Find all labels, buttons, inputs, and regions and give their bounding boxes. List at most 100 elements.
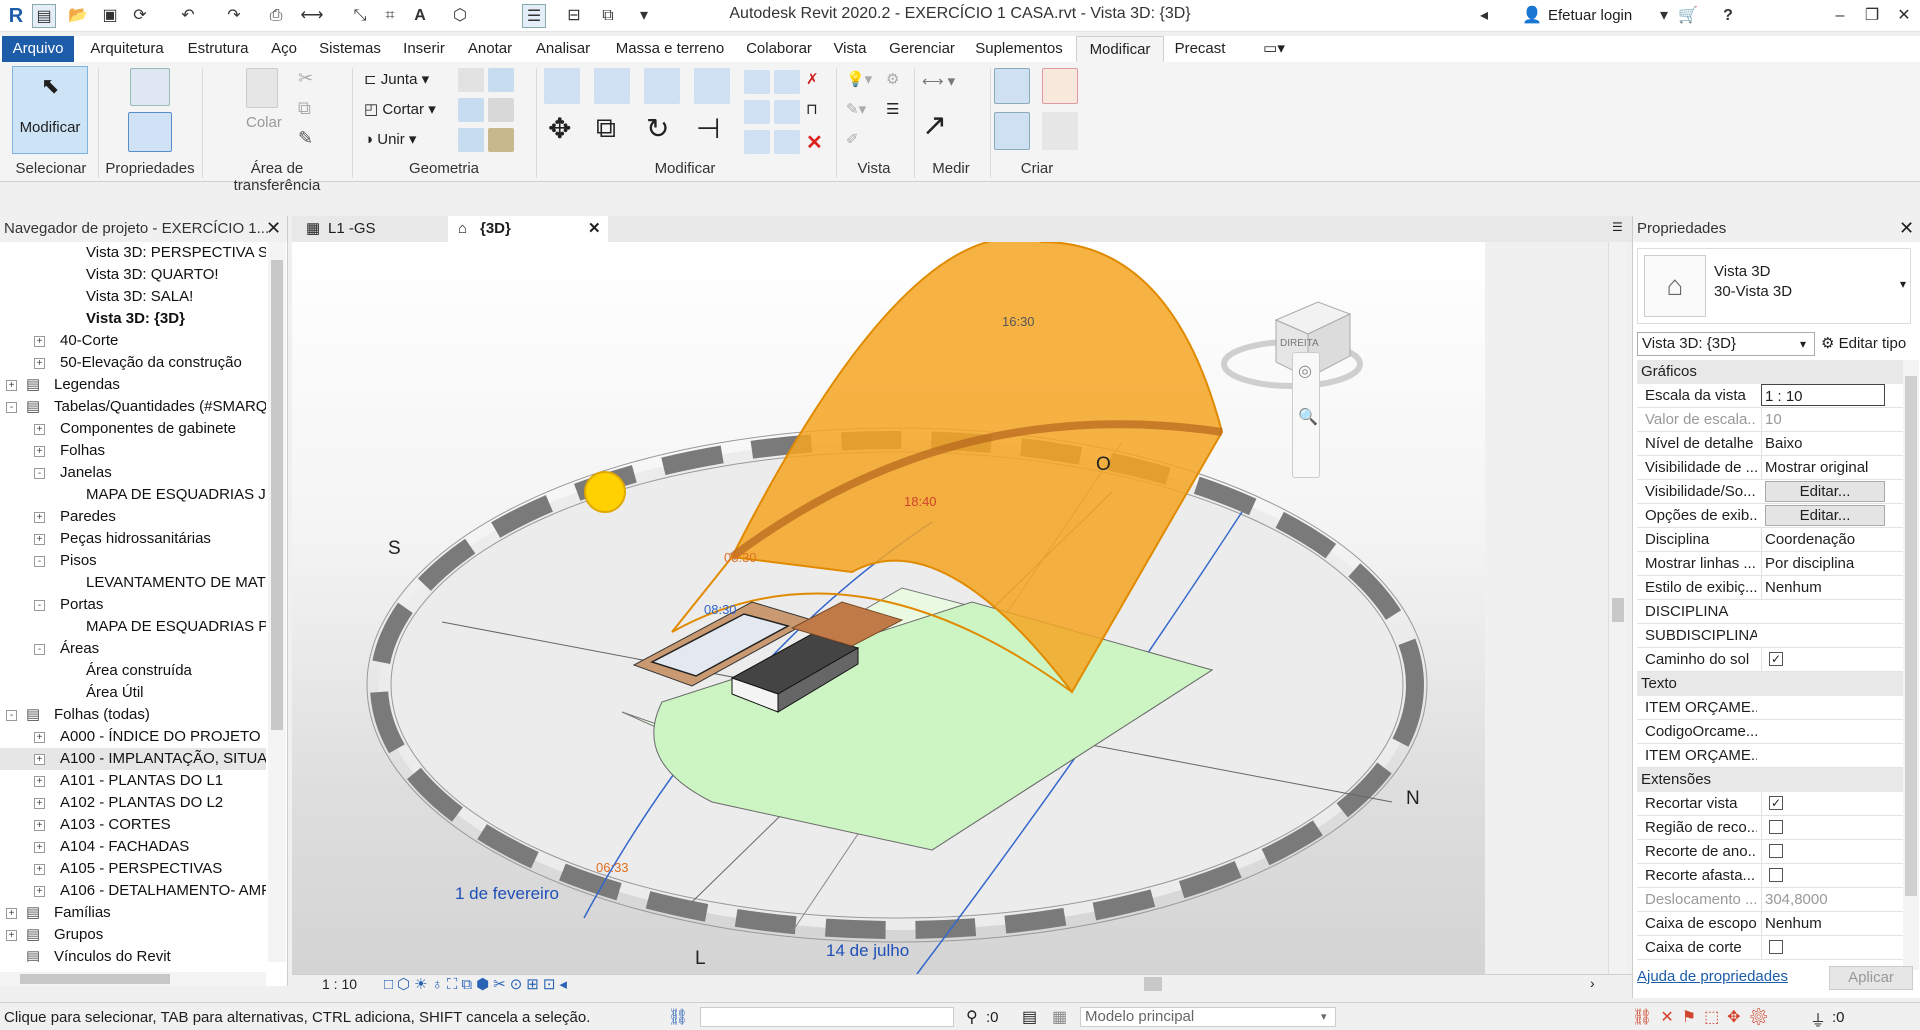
tree-item[interactable]: + A100 - IMPLANTAÇÃO, SITUAÇ bbox=[0, 748, 266, 770]
join-button[interactable]: ⊏ Junta ▾ bbox=[364, 70, 429, 88]
property-row[interactable]: Escala da vista 1 : 10 bbox=[1637, 384, 1905, 408]
split-icon[interactable] bbox=[744, 70, 770, 94]
design-options-icon[interactable]: ▤ bbox=[1022, 1007, 1037, 1027]
property-checkbox[interactable] bbox=[1769, 820, 1783, 835]
property-category[interactable]: Texto bbox=[1637, 672, 1905, 696]
tab-massa-terreno[interactable]: Massa e terreno bbox=[608, 36, 732, 62]
collapse-icon[interactable]: - bbox=[34, 644, 45, 655]
tree-item[interactable]: - Áreas bbox=[0, 638, 266, 660]
tree-item[interactable]: + ▤ Grupos bbox=[0, 924, 266, 946]
unite-button[interactable]: ◑ Unir ▾ bbox=[364, 130, 416, 148]
tree-item[interactable]: ▤ Vínculos do Revit bbox=[0, 946, 266, 962]
mirror-axis-icon[interactable] bbox=[644, 68, 680, 104]
zoom-icon[interactable]: 🔍 bbox=[1298, 407, 1318, 427]
offset-icon[interactable] bbox=[594, 68, 630, 104]
wall-joins-icon[interactable] bbox=[458, 68, 484, 92]
tree-item[interactable]: + A101 - PLANTAS DO L1 bbox=[0, 770, 266, 792]
open-icon[interactable]: 📂 bbox=[66, 4, 90, 28]
property-value[interactable]: Coordenação bbox=[1761, 528, 1885, 551]
expand-icon[interactable]: + bbox=[6, 380, 17, 391]
expand-icon[interactable]: + bbox=[34, 820, 45, 831]
collapse-icon[interactable]: - bbox=[34, 556, 45, 567]
dimension-tool-icon[interactable]: ↗ bbox=[922, 108, 947, 143]
steering-wheel-icon[interactable]: ◎ bbox=[1298, 361, 1312, 381]
tree-item[interactable]: + A102 - PLANTAS DO L2 bbox=[0, 792, 266, 814]
text-icon[interactable]: A bbox=[408, 4, 432, 28]
minimize-icon[interactable]: – bbox=[1828, 4, 1852, 28]
create-group-icon[interactable] bbox=[994, 112, 1030, 150]
expand-icon[interactable]: + bbox=[34, 864, 45, 875]
tabs-menu-icon[interactable]: ☰ bbox=[1612, 220, 1623, 234]
view-graphics-icon[interactable]: ⚙ bbox=[886, 70, 899, 88]
extend-icon[interactable] bbox=[774, 130, 800, 154]
switch-windows-icon[interactable]: ⧉ bbox=[596, 4, 620, 28]
property-value[interactable]: 304,8000 bbox=[1761, 888, 1885, 911]
undo-icon[interactable]: ↶ bbox=[176, 4, 200, 28]
tab-analisar[interactable]: Analisar bbox=[528, 36, 598, 62]
expand-icon[interactable]: + bbox=[34, 424, 45, 435]
property-row[interactable]: DISCIPLINA bbox=[1637, 600, 1905, 624]
home-icon[interactable]: ▤ bbox=[32, 4, 56, 28]
collapse-icon[interactable]: - bbox=[6, 710, 17, 721]
tab-arquitetura[interactable]: Arquitetura bbox=[84, 36, 170, 62]
tab-anotar[interactable]: Anotar bbox=[462, 36, 518, 62]
expand-icon[interactable]: + bbox=[34, 446, 45, 457]
instance-selector[interactable]: Vista 3D: {3D} ▾ bbox=[1637, 332, 1815, 356]
tab-view-l1[interactable]: ▦ L1 -GS bbox=[296, 216, 446, 242]
property-row[interactable]: CodigoOrcame... bbox=[1637, 720, 1905, 744]
property-row[interactable]: Mostrar linhas ... Por disciplina bbox=[1637, 552, 1905, 576]
paint-icon[interactable] bbox=[488, 98, 514, 122]
property-value[interactable]: Mostrar original bbox=[1761, 456, 1885, 479]
scale-icon[interactable] bbox=[774, 100, 800, 124]
viewport-vscroll[interactable] bbox=[1608, 242, 1626, 974]
tree-item[interactable]: - Janelas bbox=[0, 462, 266, 484]
property-checkbox[interactable]: ✓ bbox=[1769, 652, 1783, 667]
property-category[interactable]: Extensões bbox=[1637, 768, 1905, 792]
tab-precast[interactable]: Precast bbox=[1172, 36, 1228, 62]
align-icon[interactable] bbox=[544, 68, 580, 104]
property-row[interactable]: Caminho do sol ✓ bbox=[1637, 648, 1905, 672]
tree-item[interactable]: + Peças hidrossanitárias bbox=[0, 528, 266, 550]
property-row[interactable]: Estilo de exibiç... Nenhum bbox=[1637, 576, 1905, 600]
hide-icon[interactable]: 💡▾ bbox=[846, 70, 872, 88]
move-icon[interactable]: ✥ bbox=[548, 112, 571, 145]
active-option-icon[interactable]: ▦ bbox=[1052, 1007, 1067, 1027]
type-selector-preview[interactable]: ⌂ Vista 3D 30-Vista 3D ▾ bbox=[1637, 248, 1911, 324]
project-tree[interactable]: Vista 3D: PERSPECTIVA SEM Vista 3D: QUART… bbox=[0, 242, 266, 962]
measure-icon[interactable]: ⟷ bbox=[300, 4, 324, 28]
properties-scrollbar[interactable] bbox=[1903, 360, 1919, 970]
tree-item[interactable]: Área construída bbox=[0, 660, 266, 682]
redo-icon[interactable]: ↷ bbox=[222, 4, 246, 28]
save-icon[interactable]: ▣ bbox=[98, 4, 122, 28]
tree-item[interactable]: MAPA DE ESQUADRIAS JAI bbox=[0, 484, 266, 506]
property-row[interactable]: Recorte afasta... bbox=[1637, 864, 1905, 888]
edit-type-button[interactable]: ⚙ Editar tipo bbox=[1821, 334, 1906, 352]
type-properties-icon[interactable] bbox=[130, 68, 170, 106]
tree-item[interactable]: - Pisos bbox=[0, 550, 266, 572]
browser-hscroll[interactable] bbox=[0, 972, 266, 986]
viewport-hscroll-thumb[interactable] bbox=[1144, 977, 1162, 991]
property-row[interactable]: Opções de exib... Editar... bbox=[1637, 504, 1905, 528]
tree-item[interactable]: LEVANTAMENTO DE MATE bbox=[0, 572, 266, 594]
restore-icon[interactable]: ❐ bbox=[1860, 4, 1884, 28]
property-checkbox[interactable]: ✓ bbox=[1769, 796, 1783, 811]
tree-item[interactable]: Área Útil bbox=[0, 682, 266, 704]
tag-icon[interactable]: ⌗ bbox=[378, 4, 402, 28]
workset-select[interactable] bbox=[700, 1007, 954, 1027]
override-icon[interactable]: ✎▾ bbox=[846, 100, 866, 118]
view-scale[interactable]: 1 : 10 bbox=[322, 976, 357, 992]
tree-item[interactable]: - Portas bbox=[0, 594, 266, 616]
type-dropdown-icon[interactable]: ▾ bbox=[1900, 277, 1906, 291]
property-row[interactable]: Recortar vista ✓ bbox=[1637, 792, 1905, 816]
expand-icon[interactable]: + bbox=[34, 798, 45, 809]
expand-icon[interactable]: + bbox=[34, 732, 45, 743]
create-parts-icon[interactable] bbox=[994, 68, 1030, 104]
tree-item[interactable]: + ▤ Legendas bbox=[0, 374, 266, 396]
close-browser-icon[interactable]: ✕ bbox=[266, 218, 281, 239]
revit-logo-icon[interactable]: R bbox=[4, 4, 28, 28]
view-controls-icons[interactable]: □⬡☀♁⛶⧉⬢✂⊙⊞⊡◂ bbox=[384, 975, 571, 993]
3d-view-icon[interactable]: ⬡ bbox=[448, 4, 472, 28]
tab-gerenciar[interactable]: Gerenciar bbox=[884, 36, 960, 62]
viewport-3d[interactable]: S N L O 16:30 18:40 08:30 08:30 06:33 1 … bbox=[292, 242, 1485, 974]
property-value[interactable]: Nenhum bbox=[1761, 576, 1885, 599]
